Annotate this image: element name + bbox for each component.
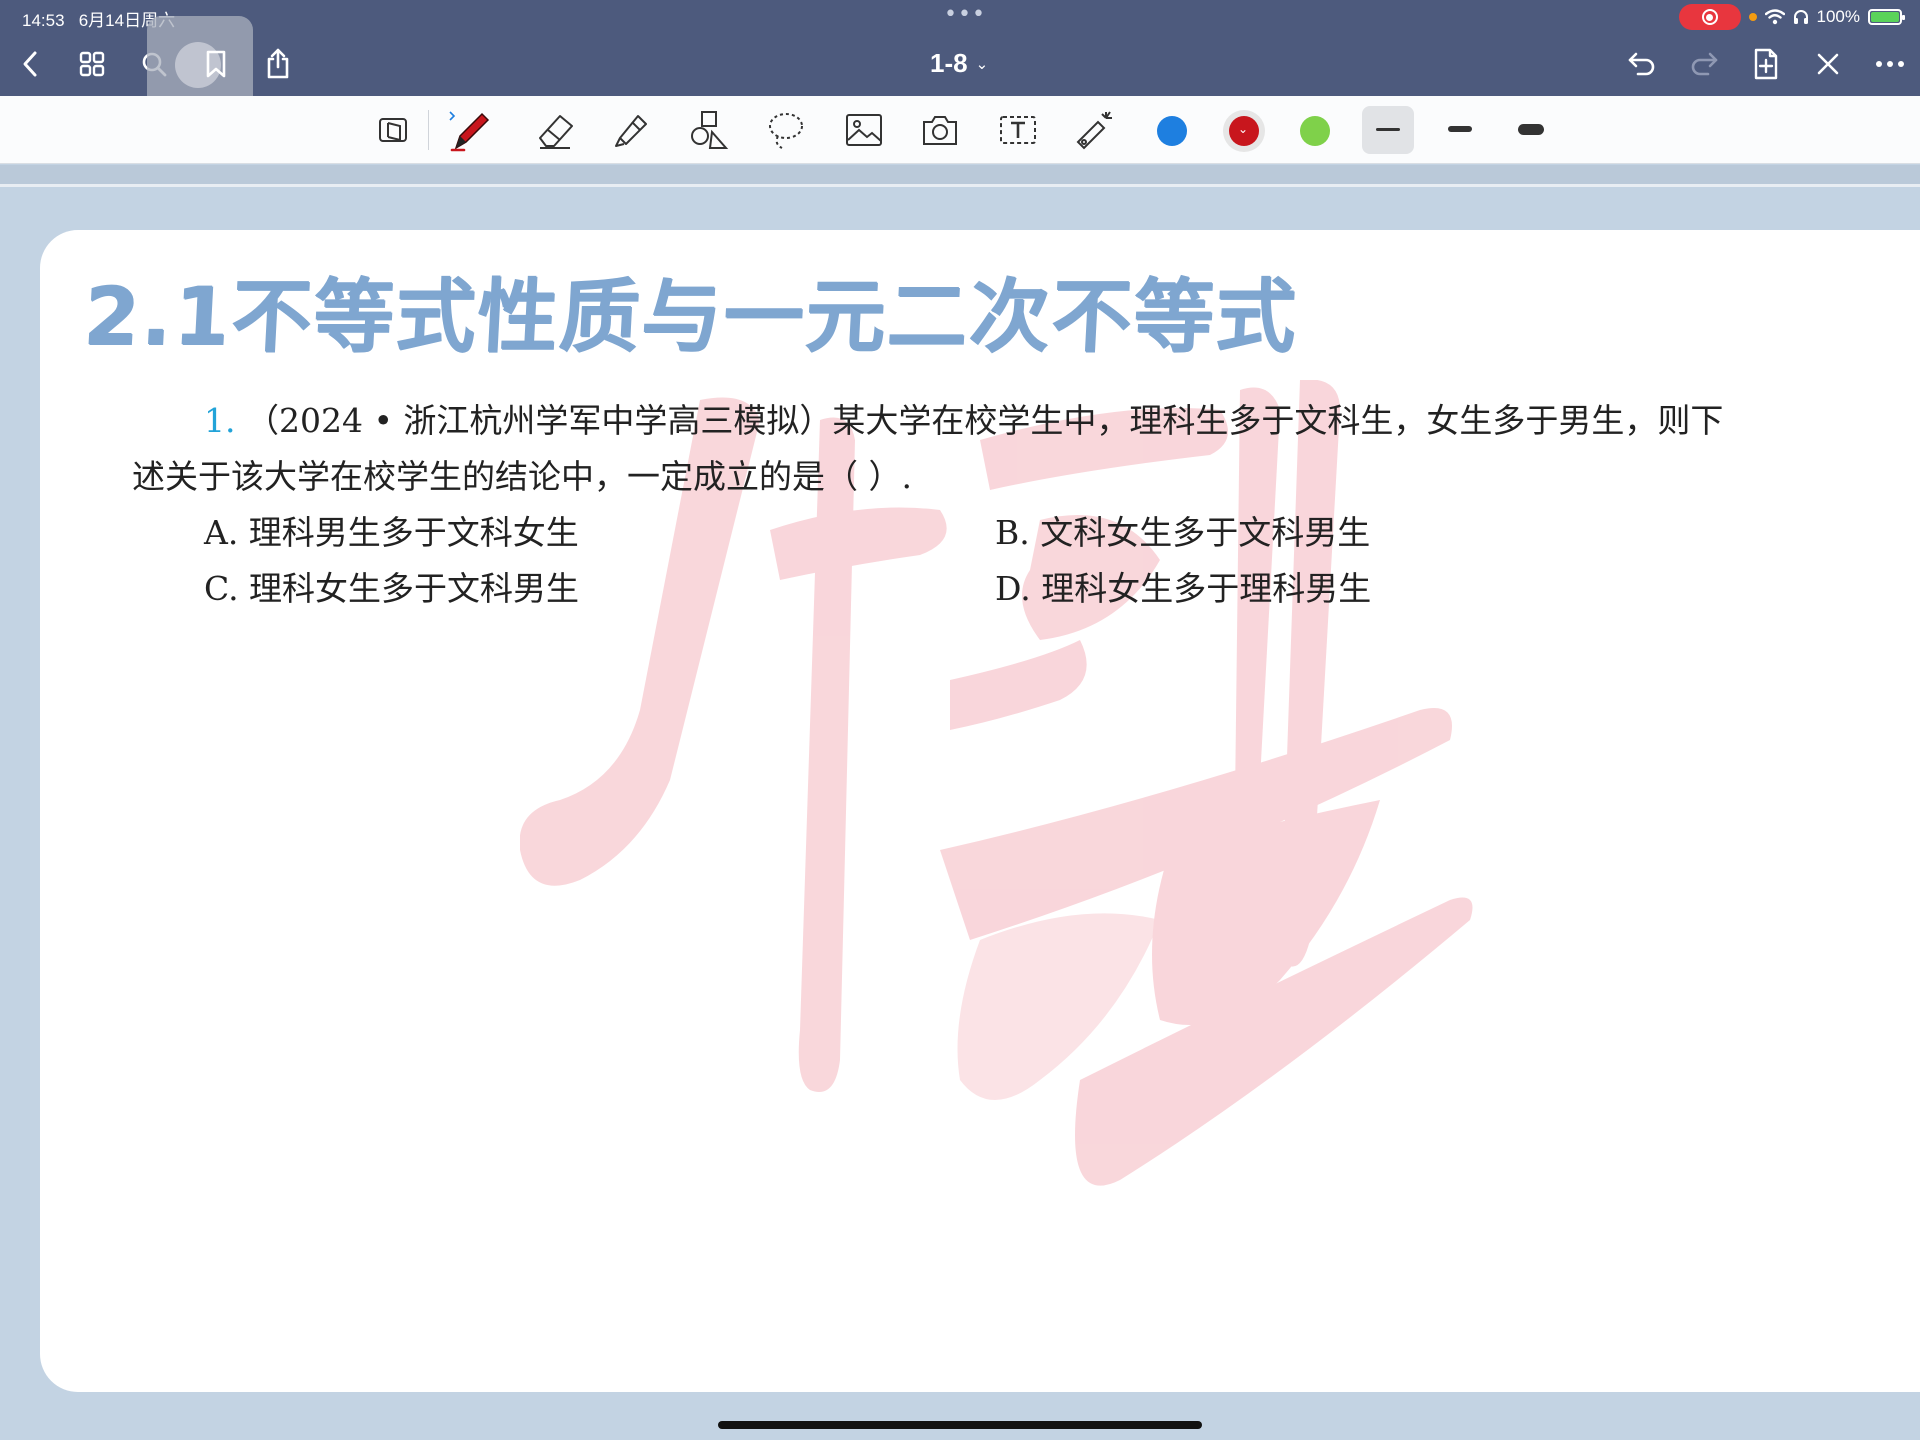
- back-icon[interactable]: [10, 44, 50, 84]
- annotation-toolbar: ⌄: [0, 96, 1920, 164]
- pen-icon[interactable]: [446, 106, 494, 154]
- screen-recording-icon[interactable]: [1678, 4, 1741, 30]
- stroke-width-medium[interactable]: [1448, 126, 1472, 132]
- battery-icon: [1868, 9, 1905, 25]
- option-d: D. 理科女生多于理科男生: [995, 569, 1372, 608]
- share-icon[interactable]: [258, 44, 298, 84]
- redo-icon[interactable]: [1684, 44, 1724, 84]
- reading-mode-icon[interactable]: [370, 106, 418, 154]
- highlighter-icon[interactable]: [608, 106, 656, 154]
- add-page-icon[interactable]: [1746, 44, 1786, 84]
- toolbar-separator: [428, 110, 429, 150]
- home-indicator[interactable]: [718, 1421, 1202, 1429]
- color-swatch-red[interactable]: ⌄: [1229, 116, 1259, 146]
- lasso-icon[interactable]: [762, 106, 810, 154]
- page-range-label: 1-8: [930, 48, 968, 78]
- status-time: 14:53: [22, 11, 65, 30]
- question-number: 1.: [204, 401, 236, 440]
- text-box-icon[interactable]: [994, 106, 1042, 154]
- stroke-thin-icon: [1376, 128, 1400, 131]
- question-line-1: 1. （2024 • 浙江杭州学军中学高三模拟）某大学在校学生中，理科生多于文科…: [204, 394, 1723, 442]
- close-icon[interactable]: [1808, 44, 1848, 84]
- mic-indicator-icon: [1748, 13, 1757, 21]
- image-icon[interactable]: [840, 106, 888, 154]
- status-indicators: 100%: [1678, 4, 1905, 30]
- color-swatch-blue[interactable]: [1157, 116, 1187, 146]
- page-range-selector[interactable]: 1-8 ⌄: [930, 48, 988, 79]
- undo-icon[interactable]: [1622, 44, 1662, 84]
- page-gutter: [0, 165, 1920, 187]
- document-page[interactable]: 2.1不等式性质与一元二次不等式 1. （2024 • 浙江杭州学军中学高三模拟…: [40, 230, 1920, 1392]
- question-line-2: 述关于该大学在校学生的结论中，一定成立的是（ ）.: [132, 457, 912, 496]
- camera-icon[interactable]: [916, 106, 964, 154]
- multitasking-dots-icon[interactable]: •••: [944, 2, 986, 27]
- page-title: 2.1不等式性质与一元二次不等式: [81, 270, 1300, 363]
- more-icon[interactable]: [1870, 44, 1910, 84]
- option-c: C. 理科女生多于文科男生: [204, 569, 580, 608]
- grid-icon[interactable]: [72, 44, 112, 84]
- chevron-down-icon: ⌄: [975, 55, 989, 73]
- option-a: A. 理科男生多于文科女生: [204, 513, 579, 552]
- bookmark-icon[interactable]: [196, 44, 236, 84]
- eraser-icon[interactable]: [532, 106, 580, 154]
- color-swatch-green[interactable]: [1300, 116, 1330, 146]
- laser-pointer-icon[interactable]: [1070, 106, 1118, 154]
- wifi-icon: [1764, 9, 1785, 25]
- stroke-width-thick[interactable]: [1518, 124, 1544, 135]
- top-navigation-bar: 14:53 6月14日周六 ••• 100% 1-8 ⌄: [0, 0, 1920, 120]
- option-b: B. 文科女生多于文科男生: [995, 513, 1371, 552]
- headphones-icon: [1793, 10, 1808, 24]
- question-text-1: （2024 • 浙江杭州学军中学高三模拟）某大学在校学生中，理科生多于文科生，女…: [246, 401, 1724, 440]
- chevron-down-icon: ⌄: [1238, 122, 1249, 136]
- battery-percent: 100%: [1816, 7, 1860, 26]
- shapes-icon[interactable]: [686, 106, 734, 154]
